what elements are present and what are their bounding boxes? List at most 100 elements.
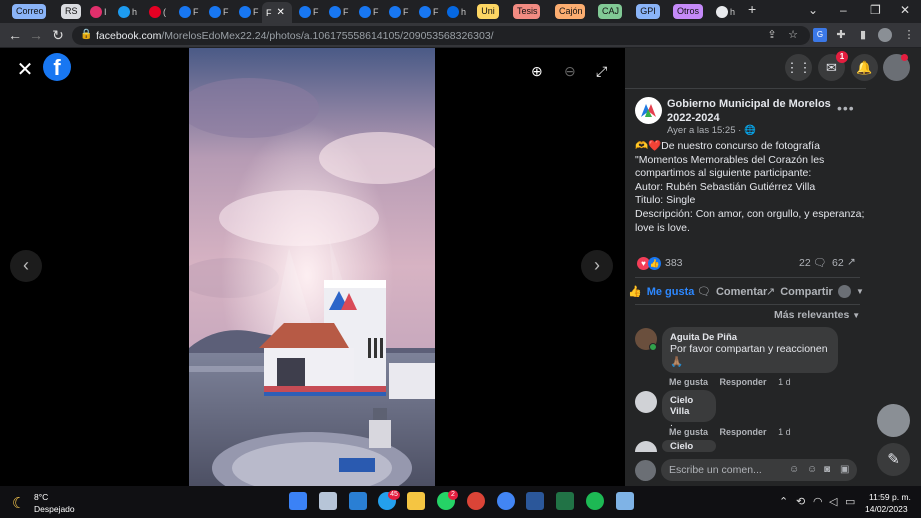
share-count[interactable]: 62 <box>832 257 844 269</box>
sort-dropdown[interactable]: Más relevantes ▼ <box>774 309 860 321</box>
emoji-icon[interactable]: ☺ <box>807 464 817 475</box>
post-photo[interactable] <box>189 48 435 486</box>
restore-icon[interactable]: ❐ <box>870 3 881 17</box>
tab-instagram[interactable]: I <box>86 2 107 21</box>
clock-date[interactable]: 14/02/2023 <box>865 504 908 514</box>
like-reaction-icon[interactable]: 👍 <box>648 257 661 270</box>
previous-photo-button[interactable]: ‹ <box>10 250 42 282</box>
commenter-avatar[interactable] <box>635 391 657 413</box>
menu-grid-icon[interactable]: ⋮⋮ <box>785 54 812 81</box>
wifi-icon[interactable]: ◠ <box>813 495 823 508</box>
word-icon[interactable] <box>526 492 544 510</box>
zoom-out-icon[interactable]: ⊖ <box>564 63 576 80</box>
avatar-sticker-icon[interactable]: ☺ <box>789 464 799 475</box>
tab-group-otros[interactable]: Otros <box>673 4 703 19</box>
puzzle-extensions-icon[interactable]: ✚ <box>834 28 848 42</box>
kebab-menu-icon[interactable]: ⋮ <box>902 28 916 42</box>
facebook-logo[interactable]: f <box>43 53 71 81</box>
chrome-icon[interactable] <box>467 492 485 510</box>
forward-arrow-icon[interactable]: → <box>28 27 44 43</box>
comment-author[interactable]: Cielo Villa <box>670 395 708 417</box>
tab-generic[interactable]: h <box>712 2 735 21</box>
close-tab-icon[interactable]: ✕ <box>277 7 285 18</box>
camera-icon[interactable]: ◙ <box>824 464 830 475</box>
weather-temperature[interactable]: 8°C <box>34 492 48 502</box>
tab-group-correo[interactable]: Correo <box>12 4 46 19</box>
tab-facebook[interactable]: F <box>175 2 199 21</box>
volume-icon[interactable]: ◁ <box>829 495 837 508</box>
reload-icon[interactable]: ↻ <box>50 27 66 43</box>
fullscreen-icon[interactable]: ⤢ <box>596 63 607 80</box>
comment-reply-link[interactable]: Responder <box>720 377 767 387</box>
tab-pinterest[interactable]: ( <box>145 2 166 21</box>
comment-count[interactable]: 22 <box>799 257 811 269</box>
file-explorer-icon[interactable] <box>407 492 425 510</box>
share-button[interactable]: ↗ Compartir <box>766 285 833 299</box>
lock-icon[interactable]: 🔒 <box>80 29 92 40</box>
tab-twitter[interactable]: h <box>114 2 137 21</box>
chat-head-avatar[interactable] <box>877 404 910 437</box>
post-timestamp[interactable]: Ayer a las 15:25 · 🌐 <box>667 125 756 136</box>
bookmark-star-icon[interactable]: ☆ <box>786 28 800 42</box>
close-viewer-button[interactable]: ✕ <box>15 57 35 82</box>
notifications-bell-icon[interactable]: 🔔 <box>851 54 878 81</box>
comment-age[interactable]: 1 d <box>778 427 791 437</box>
tab-facebook[interactable]: F <box>385 2 409 21</box>
excel-icon[interactable] <box>556 492 574 510</box>
page-name[interactable]: Gobierno Municipal de Morelos 2022-2024 <box>667 97 837 125</box>
comment-reply-link[interactable]: Responder <box>720 427 767 437</box>
clock-time[interactable]: 11:59 p. m. <box>869 492 911 502</box>
tab-facebook[interactable]: F <box>235 2 259 21</box>
weather-description[interactable]: Despejado <box>34 504 75 514</box>
tab-facebook[interactable]: F <box>355 2 379 21</box>
tab-group-uni[interactable]: Uni <box>477 4 499 19</box>
tab-active[interactable]: F ✕ <box>262 2 292 23</box>
page-avatar[interactable] <box>635 97 662 124</box>
battery-icon[interactable]: ▭ <box>845 495 855 508</box>
windows-start-icon[interactable] <box>289 492 307 510</box>
translate-extension-icon[interactable]: G <box>813 28 827 42</box>
close-window-icon[interactable]: ✕ <box>900 3 910 17</box>
zoom-in-icon[interactable]: ⊕ <box>531 63 543 80</box>
tab-group-caj[interactable]: CAJ <box>598 4 622 19</box>
tray-chevron-icon[interactable]: ⌃ <box>779 495 788 508</box>
comment-age[interactable]: 1 d <box>778 377 791 387</box>
tab-facebook[interactable]: F <box>295 2 319 21</box>
side-panel-icon[interactable]: ▮ <box>856 28 870 42</box>
comment-like-link[interactable]: Me gusta <box>669 427 708 437</box>
like-button[interactable]: 👍 Me gusta <box>628 285 694 299</box>
chevron-down-icon[interactable]: ⌄ <box>808 3 818 17</box>
minimize-icon[interactable]: – <box>840 3 847 17</box>
task-view-icon[interactable] <box>319 492 337 510</box>
spotify-icon[interactable] <box>586 492 604 510</box>
profile-avatar[interactable] <box>878 28 892 42</box>
next-photo-button[interactable]: › <box>581 250 613 282</box>
comment-like-link[interactable]: Me gusta <box>669 377 708 387</box>
tab-meta[interactable]: h <box>443 2 466 21</box>
photos-icon[interactable] <box>616 492 634 510</box>
back-arrow-icon[interactable]: ← <box>7 27 23 43</box>
comment-input[interactable]: Escribe un comen... ☺ ☺ ◙ ▣ <box>661 459 857 481</box>
widgets-icon[interactable] <box>349 492 367 510</box>
tab-facebook[interactable]: F <box>415 2 439 21</box>
share-icon[interactable]: ⇪ <box>765 28 779 42</box>
comment-button[interactable]: 🗨 Comentar <box>697 285 767 299</box>
tab-group-rs[interactable]: RS <box>61 4 81 19</box>
new-message-icon[interactable]: ✎ <box>877 443 910 476</box>
comment-author[interactable]: Cielo Villa <box>670 441 708 452</box>
audience-selector[interactable]: ▼ <box>838 285 864 298</box>
gif-icon[interactable]: ▣ <box>840 464 849 475</box>
url-text[interactable]: facebook.com/MorelosEdoMex22.24/photos/a… <box>96 30 494 42</box>
reaction-count[interactable]: 383 <box>665 257 683 269</box>
tab-group-cajon[interactable]: Cajón <box>555 4 585 19</box>
comment-author[interactable]: Aguita De Piña <box>670 332 830 343</box>
tab-group-gpi[interactable]: GPI <box>636 4 660 19</box>
post-options-icon[interactable]: ••• <box>837 100 855 116</box>
tab-facebook[interactable]: F <box>325 2 349 21</box>
moon-icon[interactable]: ☾ <box>12 494 25 512</box>
chrome-profile-icon[interactable] <box>497 492 515 510</box>
tab-facebook[interactable]: F <box>205 2 229 21</box>
new-tab-button[interactable]: + <box>748 1 756 17</box>
address-bar[interactable]: 🔒 facebook.com/MorelosEdoMex22.24/photos… <box>72 26 810 45</box>
tray-app-icon[interactable]: ⟲ <box>796 495 805 508</box>
